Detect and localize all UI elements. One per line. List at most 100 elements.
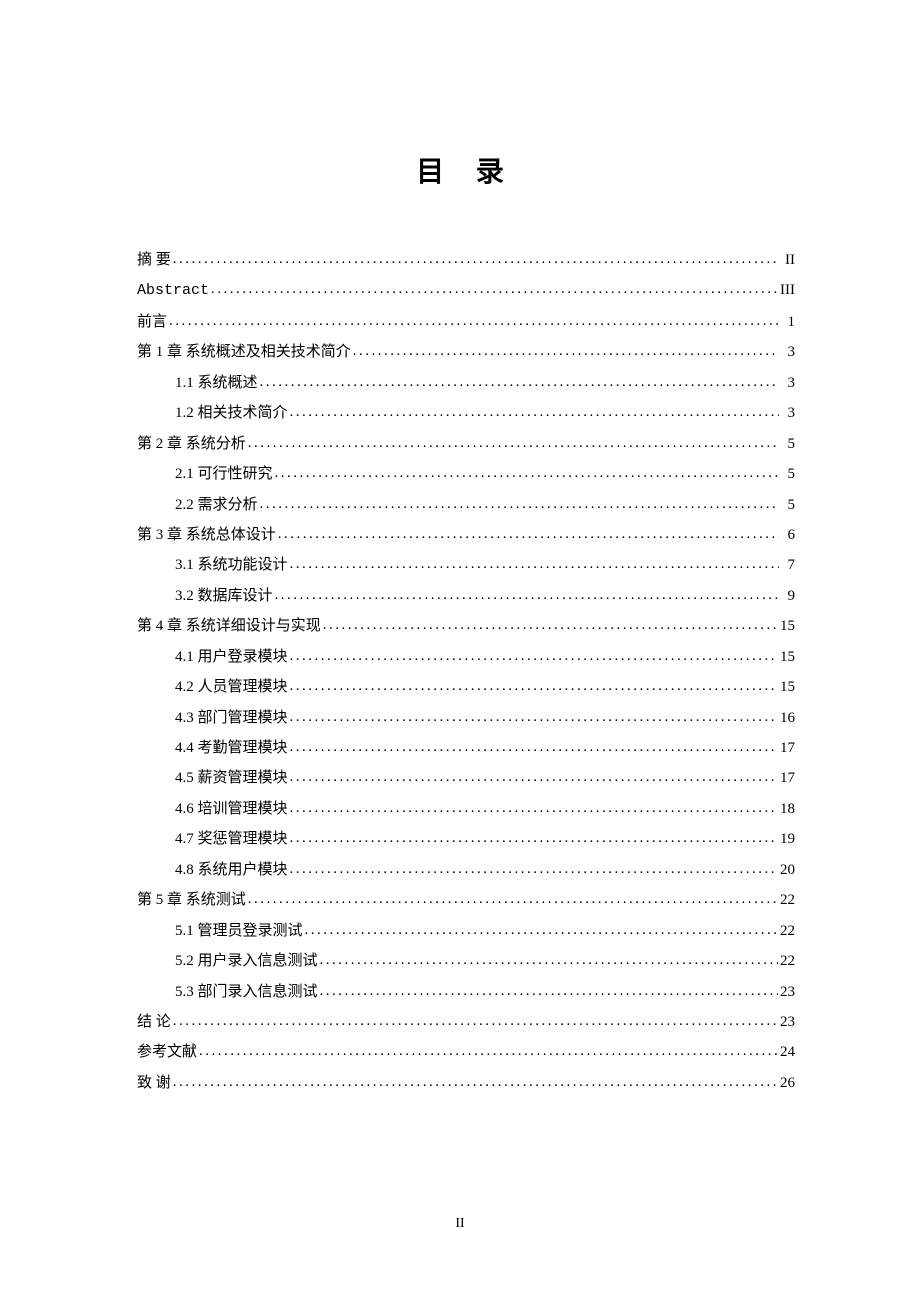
toc-entry: 第 4 章 系统详细设计与实现 15 <box>137 611 795 641</box>
toc-entry-label: 5.3 部门录入信息测试 <box>175 977 318 1007</box>
toc-leader-dots <box>305 915 778 945</box>
toc-entry-label: 4.8 系统用户模块 <box>175 855 288 885</box>
toc-leader-dots <box>278 519 779 549</box>
toc-entry-label: 3.2 数据库设计 <box>175 581 273 611</box>
toc-leader-dots <box>290 854 778 884</box>
toc-entry-page: 20 <box>780 855 795 885</box>
toc-leader-dots <box>290 549 779 579</box>
toc-entry-page: 16 <box>780 703 795 733</box>
toc-entry: 2.1 可行性研究5 <box>137 459 795 489</box>
toc-entry-label: 4.2 人员管理模块 <box>175 672 288 702</box>
toc-leader-dots <box>275 458 779 488</box>
toc-entry-page: 6 <box>781 520 795 550</box>
toc-entry: 4.7 奖惩管理模块 19 <box>137 824 795 854</box>
toc-leader-dots <box>173 244 779 274</box>
toc-entry-label: 第 2 章 系统分析 <box>137 429 246 459</box>
toc-entry: 2.2 需求分析5 <box>137 490 795 520</box>
toc-entry: 4.2 人员管理模块15 <box>137 672 795 702</box>
toc-entry-page: 24 <box>780 1037 795 1067</box>
toc-entry-page: 3 <box>781 398 795 428</box>
toc-entry: 第 5 章 系统测试 22 <box>137 885 795 915</box>
toc-entry-page: 26 <box>780 1068 795 1098</box>
toc-entry-page: 3 <box>781 337 795 367</box>
toc-entry-label: 4.1 用户登录模块 <box>175 642 288 672</box>
toc-entry-label: Abstract <box>137 276 209 306</box>
toc-entry-page: 17 <box>780 763 795 793</box>
toc-leader-dots <box>173 1006 778 1036</box>
toc-entry-page: 22 <box>780 916 795 946</box>
toc-leader-dots <box>323 610 778 640</box>
toc-leader-dots <box>290 762 778 792</box>
document-page: 目 录 摘 要IIAbstractIII前言1第 1 章 系统概述及相关技术简介… <box>0 0 920 1098</box>
toc-entry-label: 4.6 培训管理模块 <box>175 794 288 824</box>
toc-leader-dots <box>290 397 779 427</box>
toc-entry-label: 3.1 系统功能设计 <box>175 550 288 580</box>
toc-entry-label: 1.2 相关技术简介 <box>175 398 288 428</box>
toc-entry: 4.6 培训管理模块 18 <box>137 794 795 824</box>
toc-leader-dots <box>290 793 778 823</box>
toc-entry-page: 22 <box>780 946 795 976</box>
toc-entry-page: 15 <box>780 642 795 672</box>
toc-entry-page: 23 <box>780 977 795 1007</box>
toc-entry: 1.2 相关技术简介 3 <box>137 398 795 428</box>
toc-entry: Abstract III <box>137 275 795 306</box>
toc-leader-dots <box>260 367 779 397</box>
toc-entry: 结 论 23 <box>137 1007 795 1037</box>
toc-leader-dots <box>275 580 779 610</box>
toc-entry: 前言 1 <box>137 307 795 337</box>
toc-entry-label: 5.1 管理员登录测试 <box>175 916 303 946</box>
toc-entry-page: 15 <box>780 611 795 641</box>
page-number: II <box>0 1216 920 1232</box>
toc-entry: 5.1 管理员登录测试 22 <box>137 916 795 946</box>
toc-leader-dots <box>320 976 778 1006</box>
toc-entry-label: 2.1 可行性研究 <box>175 459 273 489</box>
toc-entry-label: 摘 要 <box>137 245 171 275</box>
toc-entry-page: 22 <box>780 885 795 915</box>
toc-entry: 5.3 部门录入信息测试 23 <box>137 977 795 1007</box>
toc-leader-dots <box>320 945 778 975</box>
toc-entry-label: 4.7 奖惩管理模块 <box>175 824 288 854</box>
toc-entry: 第 3 章 系统总体设计 6 <box>137 520 795 550</box>
toc-entry-label: 4.4 考勤管理模块 <box>175 733 288 763</box>
toc-entry: 4.3 部门管理模块16 <box>137 703 795 733</box>
toc-entry-page: III <box>780 275 795 305</box>
toc-entry-label: 第 3 章 系统总体设计 <box>137 520 276 550</box>
toc-entry-page: 3 <box>781 368 795 398</box>
toc-title: 目 录 <box>137 150 795 190</box>
toc-entry: 第 2 章 系统分析5 <box>137 429 795 459</box>
toc-entry: 第 1 章 系统概述及相关技术简介 3 <box>137 337 795 367</box>
toc-entry-page: 1 <box>781 307 795 337</box>
toc-leader-dots <box>260 489 779 519</box>
toc-leader-dots <box>173 1067 778 1097</box>
toc-entry-label: 2.2 需求分析 <box>175 490 258 520</box>
toc-entry-label: 参考文献 <box>137 1037 197 1067</box>
toc-entry-label: 致 谢 <box>137 1068 171 1098</box>
toc-leader-dots <box>248 884 778 914</box>
toc-leader-dots <box>211 274 778 304</box>
toc-entry-page: 7 <box>781 550 795 580</box>
toc-entry-page: 9 <box>781 581 795 611</box>
toc-entry: 4.4 考勤管理模块 17 <box>137 733 795 763</box>
toc-entry-page: 19 <box>780 824 795 854</box>
toc-leader-dots <box>248 428 779 458</box>
toc-entry-label: 前言 <box>137 307 167 337</box>
toc-entry-label: 第 1 章 系统概述及相关技术简介 <box>137 337 351 367</box>
toc-entry-label: 1.1 系统概述 <box>175 368 258 398</box>
toc-entry-page: 17 <box>780 733 795 763</box>
toc-entry: 1.1 系统概述 3 <box>137 368 795 398</box>
toc-entry: 4.5 薪资管理模块 17 <box>137 763 795 793</box>
toc-leader-dots <box>290 671 778 701</box>
toc-entry-label: 第 5 章 系统测试 <box>137 885 246 915</box>
toc-entry-page: 18 <box>780 794 795 824</box>
toc-entry: 摘 要II <box>137 245 795 275</box>
toc-entry: 5.2 用户录入信息测试22 <box>137 946 795 976</box>
toc-entry-label: 结 论 <box>137 1007 171 1037</box>
toc-leader-dots <box>169 306 779 336</box>
toc-entry-page: 23 <box>780 1007 795 1037</box>
table-of-contents: 摘 要IIAbstractIII前言1第 1 章 系统概述及相关技术简介31.1… <box>137 245 795 1098</box>
toc-entry-label: 4.5 薪资管理模块 <box>175 763 288 793</box>
toc-leader-dots <box>290 702 778 732</box>
toc-entry-label: 第 4 章 系统详细设计与实现 <box>137 611 321 641</box>
toc-entry: 4.8 系统用户模块 20 <box>137 855 795 885</box>
toc-entry: 致 谢 26 <box>137 1068 795 1098</box>
